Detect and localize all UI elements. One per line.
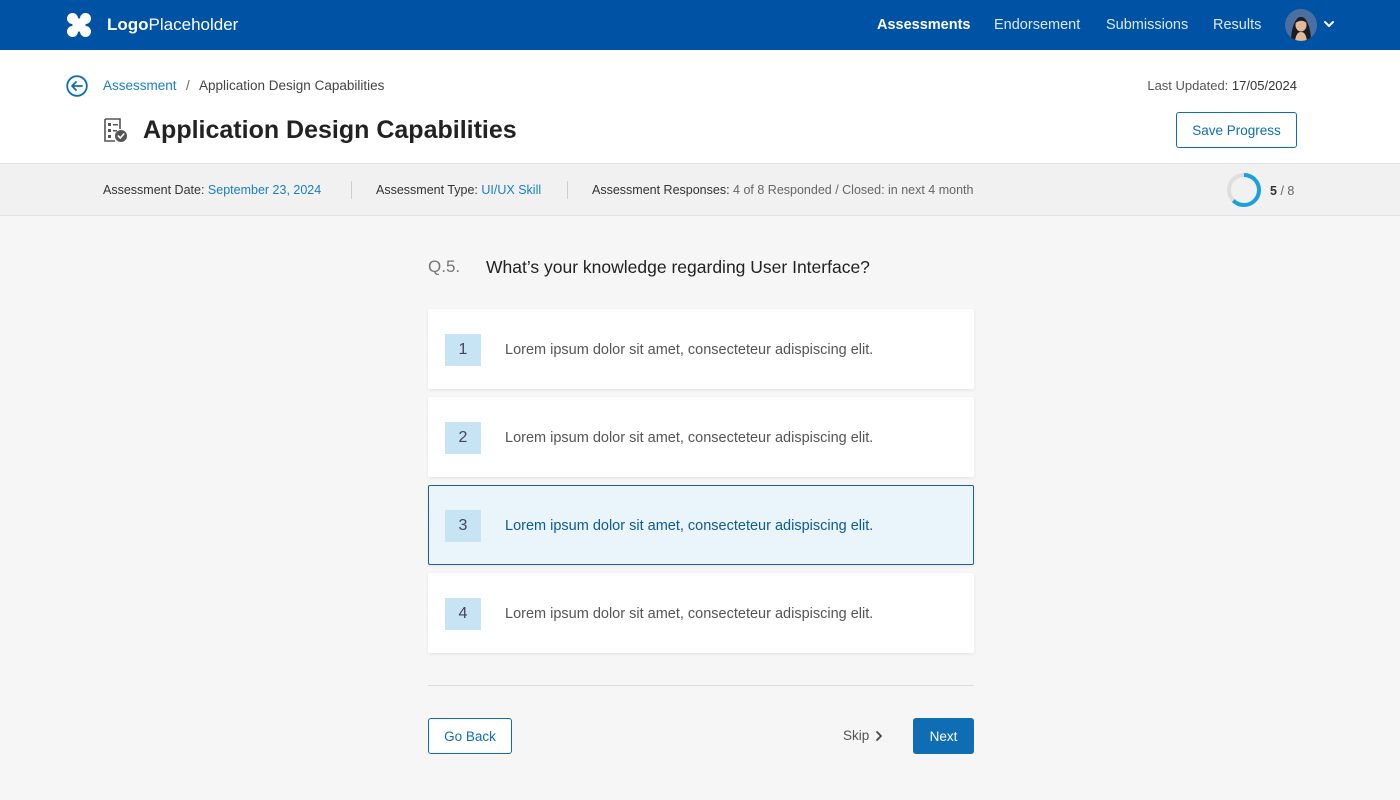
breadcrumb-separator: / — [186, 78, 190, 93]
skip-button[interactable]: Skip — [843, 718, 883, 754]
page-header: Assessment / Application Design Capabili… — [0, 50, 1400, 164]
option-text: Lorem ipsum dolor sit amet, consecteteur… — [505, 430, 874, 446]
answer-option-1[interactable]: 1 Lorem ipsum dolor sit amet, consectete… — [428, 309, 974, 389]
assessment-responses: Assessment Responses: 4 of 8 Responded /… — [592, 183, 974, 197]
checklist-icon — [104, 118, 127, 142]
option-text: Lorem ipsum dolor sit amet, consecteteur… — [505, 606, 874, 622]
progress-count: 5 / 8 — [1270, 184, 1295, 198]
progress-ring-icon — [1227, 173, 1261, 207]
skip-label: Skip — [843, 728, 870, 743]
option-number: 4 — [445, 598, 481, 630]
avatar[interactable] — [1285, 9, 1317, 41]
nav-endorsement[interactable]: Endorsement — [994, 0, 1080, 50]
chevron-right-icon — [876, 731, 883, 741]
option-number: 3 — [445, 510, 481, 542]
breadcrumb-assessment[interactable]: Assessment — [103, 78, 177, 94]
nav-results[interactable]: Results — [1213, 0, 1261, 50]
question-number: Q.5. — [428, 257, 461, 276]
option-text: Lorem ipsum dolor sit amet, consecteteur… — [505, 342, 874, 358]
next-button[interactable]: Next — [913, 718, 974, 754]
answer-option-4[interactable]: 4 Lorem ipsum dolor sit amet, consectete… — [428, 573, 974, 653]
assessment-date: Assessment Date: September 23, 2024 — [103, 183, 322, 197]
answer-option-3[interactable]: 3 Lorem ipsum dolor sit amet, consectete… — [428, 485, 974, 565]
back-arrow-icon[interactable] — [66, 75, 88, 97]
breadcrumb-current: Application Design Capabilities — [199, 78, 385, 93]
last-updated: Last Updated: 17/05/2024 — [1147, 78, 1297, 93]
question-text: What’s your knowledge regarding User Int… — [486, 257, 870, 277]
page-title: Application Design Capabilities — [143, 116, 517, 144]
user-avatar-icon — [1285, 9, 1317, 41]
go-back-button[interactable]: Go Back — [428, 718, 512, 754]
divider — [567, 181, 568, 199]
answer-option-2[interactable]: 2 Lorem ipsum dolor sit amet, consectete… — [428, 397, 974, 477]
divider — [351, 181, 352, 199]
logo-text: LogoPlaceholder — [107, 15, 239, 34]
option-number: 1 — [445, 334, 481, 366]
assessment-type: Assessment Type: UI/UX Skill — [376, 183, 542, 197]
assessment-info-bar: Assessment Date: September 23, 2024 Asse… — [0, 164, 1400, 216]
nav-assessments[interactable]: Assessments — [877, 0, 971, 50]
logo-icon — [67, 13, 91, 37]
nav-submissions[interactable]: Submissions — [1106, 0, 1188, 50]
option-number: 2 — [445, 422, 481, 454]
save-progress-button[interactable]: Save Progress — [1176, 112, 1297, 148]
option-text: Lorem ipsum dolor sit amet, consecteteur… — [505, 518, 874, 534]
top-navbar: LogoPlaceholder Assessments Endorsement … — [0, 0, 1400, 50]
chevron-down-icon[interactable] — [1322, 17, 1336, 31]
footer-divider — [428, 685, 974, 686]
logo[interactable]: LogoPlaceholder — [66, 12, 238, 38]
